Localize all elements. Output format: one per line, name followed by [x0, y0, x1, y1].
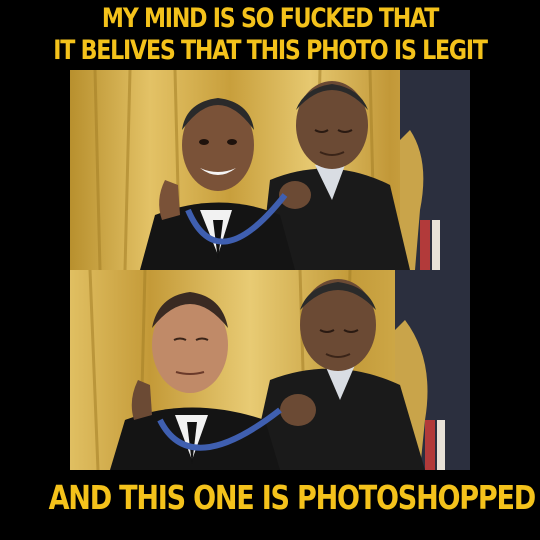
top-photo-illustration — [70, 70, 470, 270]
meme-canvas: MY MIND IS SO FUCKED THAT IT BELIVES THA… — [0, 0, 540, 540]
top-caption-line-1: MY MIND IS SO FUCKED THAT — [101, 3, 439, 34]
bottom-photo-illustration — [70, 270, 470, 470]
bottom-caption: AND THIS ONE IS PHOTOSHOPPED — [48, 478, 537, 517]
top-caption-line-2: IT BELIVES THAT THIS PHOTO IS LEGIT — [53, 35, 488, 66]
flag — [400, 70, 470, 270]
top-photo — [70, 70, 470, 270]
bottom-photo — [70, 270, 470, 470]
